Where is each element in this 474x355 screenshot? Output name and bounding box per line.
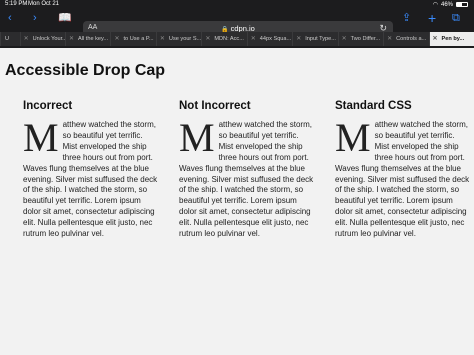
tab-0[interactable]: U xyxy=(0,32,20,46)
close-tab-icon[interactable]: ✕ xyxy=(160,32,165,46)
browser-chrome: 5:19 PM Mon Oct 21 ◠ 46% ‹ › 📖 AA 🔒 cdpn.… xyxy=(0,0,474,48)
column-heading: Standard CSS xyxy=(335,100,412,112)
tab-8[interactable]: ✕ Two Differ... xyxy=(337,32,384,46)
tab-1[interactable]: ✕ Unlock Your... xyxy=(19,32,66,46)
column-standard-css: Standard CSS Matthew watched the storm, … xyxy=(335,100,471,240)
tab-label: Two Differ... xyxy=(350,36,381,42)
tab-label: Unlock Your... xyxy=(32,36,66,42)
column-not-incorrect: Not Incorrect Matthew watched the storm,… xyxy=(179,100,315,240)
battery-percent: 46% xyxy=(440,1,453,8)
column-paragraph: Matthew watched the storm, so beautiful … xyxy=(23,115,159,240)
status-date: Mon Oct 21 xyxy=(28,1,60,7)
tab-3[interactable]: ✕ to Use a P... xyxy=(110,32,156,46)
toolbar: ‹ › 📖 AA 🔒 cdpn.io ↻ ⇪ + ⧉ xyxy=(0,10,474,37)
column-paragraph: Matthew watched the storm, so beautiful … xyxy=(335,115,471,240)
column-heading: Incorrect xyxy=(23,100,73,112)
tab-2[interactable]: ✕ All the key... xyxy=(65,32,111,46)
battery-icon xyxy=(456,2,468,7)
close-tab-icon[interactable]: ✕ xyxy=(433,32,438,46)
page-content: Accessible Drop Cap Incorrect Matthew wa… xyxy=(0,48,474,355)
column-incorrect: Incorrect Matthew watched the storm, so … xyxy=(23,100,159,240)
status-time: 5:19 PM xyxy=(5,1,28,7)
close-tab-icon[interactable]: ✕ xyxy=(296,32,301,46)
tab-6[interactable]: ✕ 44px Squa... xyxy=(246,32,293,46)
tab-5[interactable]: ✕ MDN: Acc... xyxy=(201,32,247,46)
tab-bar: U ✕ Unlock Your... ✕ All the key... ✕ to Use a… xyxy=(0,32,474,46)
tab-label: Use your S... xyxy=(168,36,202,42)
tab-label: to Use a P... xyxy=(123,36,154,42)
drop-cap: M xyxy=(335,115,371,160)
close-tab-icon[interactable]: ✕ xyxy=(387,32,392,46)
chevron-right-icon[interactable]: › xyxy=(33,12,37,24)
status-right: ◠ 46% xyxy=(433,1,468,8)
page-title: Accessible Drop Cap xyxy=(5,62,166,79)
close-tab-icon[interactable]: ✕ xyxy=(69,32,74,46)
wifi-icon: ◠ xyxy=(432,2,438,8)
close-tab-icon[interactable]: ✕ xyxy=(342,32,347,46)
tab-label: Controls a... xyxy=(396,36,427,42)
close-tab-icon[interactable]: ✕ xyxy=(114,32,119,46)
close-tab-icon[interactable]: ✕ xyxy=(24,32,29,46)
plus-icon[interactable]: + xyxy=(428,11,436,25)
share-icon[interactable]: ⇪ xyxy=(402,12,411,24)
tab-label: All the key... xyxy=(78,36,109,42)
book-icon[interactable]: 📖 xyxy=(58,12,72,24)
tab-9[interactable]: ✕ Controls a... xyxy=(383,32,429,46)
chevron-left-icon[interactable]: ‹ xyxy=(8,12,12,24)
close-tab-icon[interactable]: ✕ xyxy=(205,32,210,46)
tab-label: U xyxy=(5,36,10,42)
drop-cap: M xyxy=(23,115,59,160)
drop-cap: M xyxy=(179,115,215,160)
tab-10[interactable]: ✕ Pen by... xyxy=(428,32,474,46)
close-tab-icon[interactable]: ✕ xyxy=(251,32,256,46)
tabs-icon[interactable]: ⧉ xyxy=(452,12,460,24)
column-heading: Not Incorrect xyxy=(179,100,251,112)
status-bar: 5:19 PM Mon Oct 21 ◠ 46% xyxy=(0,0,474,10)
tab-7[interactable]: ✕ Input Type... xyxy=(292,32,338,46)
tab-label: Input Type... xyxy=(305,36,336,42)
tab-label: Pen by... xyxy=(441,36,465,42)
tab-label: MDN: Acc... xyxy=(214,36,244,42)
tab-label: 44px Squa... xyxy=(259,36,292,42)
tab-4[interactable]: ✕ Use your S... xyxy=(155,32,202,46)
column-paragraph: Matthew watched the storm, so beautiful … xyxy=(179,115,315,240)
